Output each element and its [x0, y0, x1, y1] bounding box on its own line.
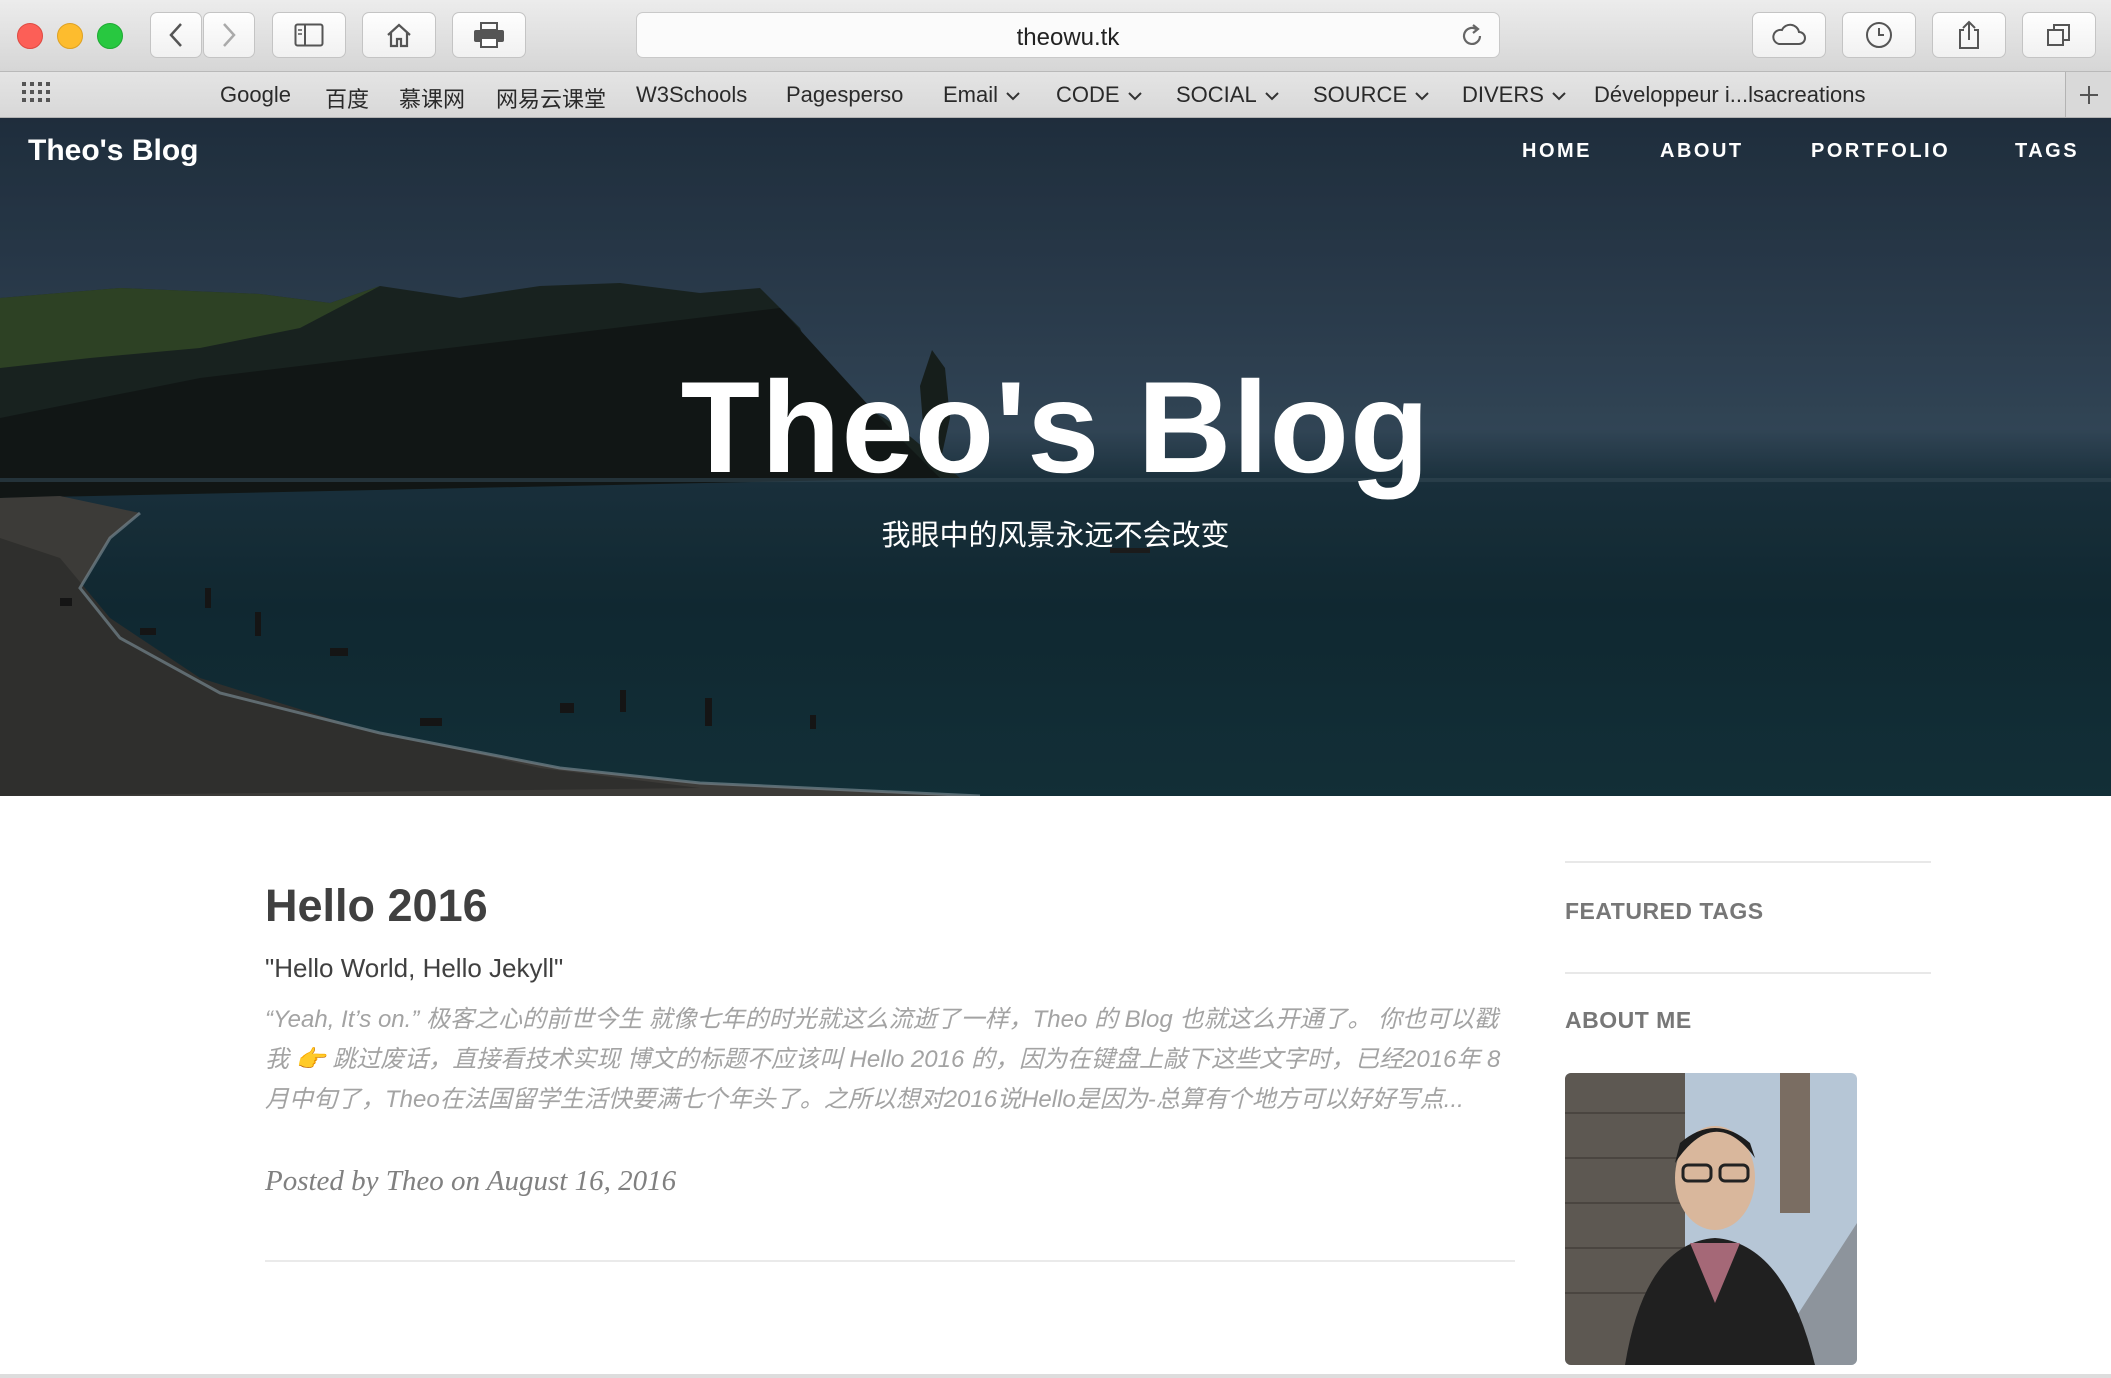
print-button[interactable]	[452, 12, 526, 58]
home-button[interactable]	[362, 12, 436, 58]
bookmark-folder-social[interactable]: SOCIAL	[1176, 82, 1279, 108]
icloud-tabs-button[interactable]	[1752, 12, 1826, 58]
plus-icon	[2079, 85, 2098, 104]
bookmark-google[interactable]: Google	[220, 82, 291, 108]
bookmark-folder-email[interactable]: Email	[943, 82, 1020, 108]
bookmark-baidu[interactable]: 百度	[325, 82, 369, 114]
bookmark-folder-label: DIVERS	[1462, 82, 1544, 107]
printer-icon	[474, 22, 504, 48]
chevron-down-icon	[1552, 92, 1566, 101]
nav-portfolio[interactable]: PORTFOLIO	[1811, 140, 1950, 163]
nav-home[interactable]: HOME	[1522, 140, 1592, 163]
bookmark-folder-label: CODE	[1056, 82, 1120, 107]
chevron-left-icon	[169, 23, 182, 47]
close-window-button[interactable]	[17, 23, 43, 49]
share-icon	[1959, 20, 1979, 49]
hero-header: Theo's Blog HOME ABOUT PORTFOLIO TAGS Th…	[0, 118, 2111, 796]
chevron-down-icon	[1264, 92, 1279, 101]
bookmark-folder-divers[interactable]: DIVERS	[1462, 82, 1566, 108]
bookmark-163-study[interactable]: 网易云课堂	[496, 82, 606, 114]
sidebar-toggle-button[interactable]	[272, 12, 346, 58]
window-bottom-edge	[0, 1374, 2111, 1378]
chevron-right-icon	[223, 23, 236, 47]
nav-about[interactable]: ABOUT	[1660, 140, 1744, 163]
post-meta: Posted by Theo on August 16, 2016	[265, 1165, 677, 1197]
tabs-icon	[2047, 24, 2070, 46]
forward-button[interactable]	[203, 12, 255, 58]
chevron-down-icon	[1127, 92, 1142, 101]
sidebar-divider	[1565, 861, 1931, 863]
share-button[interactable]	[1932, 12, 2006, 58]
post-title-link[interactable]: Hello 2016	[265, 880, 488, 932]
cloud-icon	[1772, 23, 1806, 45]
add-bookmark-button[interactable]	[2065, 72, 2111, 117]
author-photo	[1565, 1073, 1857, 1365]
bookmark-folder-code[interactable]: CODE	[1056, 82, 1142, 108]
reload-icon[interactable]	[1459, 23, 1485, 49]
hero-title: Theo's Blog	[680, 354, 1431, 500]
bookmarks-bar: Google 百度 慕课网 网易云课堂 W3Schools Pagesperso…	[0, 72, 2111, 118]
history-button[interactable]	[1842, 12, 1916, 58]
post-subtitle[interactable]: "Hello World, Hello Jekyll"	[265, 953, 563, 984]
sidebar-icon	[294, 23, 324, 47]
hero-subtitle: 我眼中的风景永远不会改变	[881, 520, 1230, 552]
bookmark-folder-label: SOURCE	[1313, 82, 1408, 107]
nav-tags[interactable]: TAGS	[2015, 140, 2079, 163]
about-me-heading: ABOUT ME	[1565, 1007, 1692, 1033]
top-sites-grid-icon[interactable]	[22, 82, 52, 106]
chevron-down-icon	[1415, 92, 1429, 101]
back-button[interactable]	[150, 12, 202, 58]
bookmark-folder-label: SOCIAL	[1176, 82, 1257, 107]
author-avatar	[1565, 1073, 1857, 1365]
sidebar-divider	[1565, 972, 1931, 974]
post-divider	[265, 1260, 1515, 1262]
bookmark-pagesperso[interactable]: Pagesperso	[786, 82, 903, 108]
site-brand-link[interactable]: Theo's Blog	[28, 134, 198, 168]
chevron-down-icon	[1006, 92, 1020, 101]
zoom-window-button[interactable]	[97, 23, 123, 49]
featured-tags-heading: FEATURED TAGS	[1565, 898, 1764, 924]
home-icon	[387, 23, 411, 48]
tabs-overview-button[interactable]	[2022, 12, 2096, 58]
bookmark-imooc[interactable]: 慕课网	[399, 82, 465, 114]
clock-icon	[1866, 22, 1892, 48]
bookmark-developpeur[interactable]: Développeur i...lsacreations	[1594, 82, 1865, 108]
bookmark-folder-source[interactable]: SOURCE	[1313, 82, 1429, 108]
post-excerpt[interactable]: “Yeah, It’s on.” 极客之心的前世今生 就像七年的时光就这么流逝了…	[265, 1000, 1515, 1120]
bookmark-folder-label: Email	[943, 82, 999, 107]
minimize-window-button[interactable]	[57, 23, 83, 49]
browser-toolbar: theowu.tk	[0, 0, 2111, 72]
bookmark-w3schools[interactable]: W3Schools	[636, 82, 747, 108]
url-text: theowu.tk	[1016, 24, 1120, 51]
address-bar[interactable]: theowu.tk	[636, 12, 1500, 58]
